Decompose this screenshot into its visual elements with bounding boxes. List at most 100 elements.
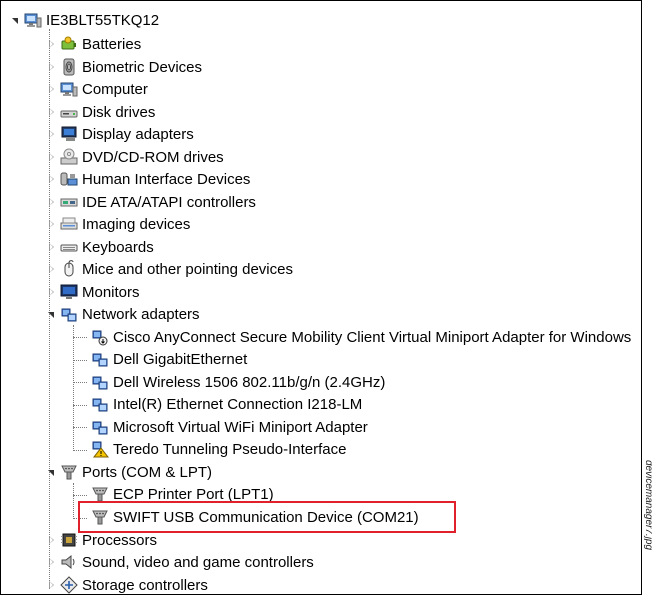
collapse-toggle-icon[interactable]	[47, 152, 56, 162]
tree-item-label: Keyboards	[82, 238, 154, 256]
highlight-box	[78, 501, 456, 533]
tree-item-storage-controllers[interactable]: Storage controllers	[47, 574, 208, 595]
tree-guide-h	[73, 360, 87, 361]
tree-item-label: Teredo Tunneling Pseudo-Interface	[113, 440, 347, 458]
tree-item-microsoft-wifi[interactable]: Microsoft Virtual WiFi Miniport Adapter	[91, 416, 368, 439]
tree-guide-h	[73, 382, 87, 383]
tree-item-label: Intel(R) Ethernet Connection I218-LM	[113, 395, 363, 413]
tree-item-label: IDE ATA/ATAPI controllers	[82, 193, 256, 211]
tree-guide-h	[73, 427, 87, 428]
dvd-drive-icon	[60, 148, 78, 166]
tree-item-label: Computer	[82, 80, 148, 98]
tree-item-biometric-devices[interactable]: Biometric Devices	[47, 56, 202, 79]
tree-item-cisco-anyconnect[interactable]: Cisco AnyConnect Secure Mobility Client …	[91, 326, 631, 349]
speaker-icon	[60, 553, 78, 571]
tree-item-label: Sound, video and game controllers	[82, 553, 314, 571]
collapse-toggle-icon[interactable]	[47, 242, 56, 252]
collapse-toggle-icon[interactable]	[47, 535, 56, 545]
tree-item-label: DVD/CD-ROM drives	[82, 148, 224, 166]
tree-item-label: Mice and other pointing devices	[82, 260, 293, 278]
tree-item-label: Biometric Devices	[82, 58, 203, 76]
processor-icon	[60, 531, 78, 549]
tree-item-label: Microsoft Virtual WiFi Miniport Adapter	[113, 418, 368, 436]
tree-item-sound-video[interactable]: Sound, video and game controllers	[47, 551, 314, 574]
expand-toggle-icon[interactable]	[47, 310, 56, 319]
network-adapter-icon	[91, 395, 109, 413]
ide-controller-icon	[60, 193, 78, 211]
collapse-toggle-icon[interactable]	[47, 174, 56, 184]
fingerprint-icon	[60, 58, 78, 76]
tree-item-human-interface-devices[interactable]: Human Interface Devices	[47, 168, 250, 191]
tree-root-label: IE3BLT55TKQ12	[46, 11, 160, 29]
port-icon	[60, 463, 78, 481]
tree-item-label: Cisco AnyConnect Secure Mobility Client …	[113, 328, 632, 346]
network-adapter-warning-icon	[91, 440, 109, 458]
image-caption: devicemanager7.jpg	[643, 460, 652, 595]
tree-item-label: Dell Wireless 1506 802.11b/g/n (2.4GHz)	[113, 373, 386, 391]
collapse-toggle-icon[interactable]	[47, 62, 56, 72]
tree-item-label: Display adapters	[82, 125, 194, 143]
mouse-icon	[60, 260, 78, 278]
tree-item-label: Imaging devices	[82, 215, 191, 233]
collapse-toggle-icon[interactable]	[47, 197, 56, 207]
collapse-toggle-icon[interactable]	[47, 107, 56, 117]
tree-item-ports[interactable]: Ports (COM & LPT)	[47, 461, 212, 484]
tree-root[interactable]: IE3BLT55TKQ12	[11, 9, 159, 32]
network-adapter-icon	[60, 305, 78, 323]
tree-item-label: Disk drives	[82, 103, 156, 121]
network-adapter-icon	[91, 373, 109, 391]
tree-item-monitors[interactable]: Monitors	[47, 281, 140, 304]
collapse-toggle-icon[interactable]	[47, 84, 56, 94]
network-adapter-icon	[91, 418, 109, 436]
tree-item-label: Network adapters	[82, 305, 200, 323]
tree-item-computer[interactable]: Computer	[47, 78, 148, 101]
collapse-toggle-icon[interactable]	[47, 580, 56, 590]
tree-item-batteries[interactable]: Batteries	[47, 33, 141, 56]
tree-item-dell-wireless[interactable]: Dell Wireless 1506 802.11b/g/n (2.4GHz)	[91, 371, 385, 394]
tree-item-label: Batteries	[82, 35, 142, 53]
tree-item-label: Processors	[82, 531, 158, 549]
tree-item-imaging-devices[interactable]: Imaging devices	[47, 213, 190, 236]
disk-drive-icon	[60, 103, 78, 121]
collapse-toggle-icon[interactable]	[47, 129, 56, 139]
collapse-toggle-icon[interactable]	[47, 264, 56, 274]
tree-guide-h	[73, 405, 87, 406]
tree-item-display-adapters[interactable]: Display adapters	[47, 123, 194, 146]
computer-icon	[60, 80, 78, 98]
collapse-toggle-icon[interactable]	[47, 219, 56, 229]
network-adapter-disabled-icon	[91, 328, 109, 346]
monitor-icon	[60, 283, 78, 301]
tree-item-network-adapters[interactable]: Network adapters	[47, 303, 200, 326]
caption-text: devicemanager7.jpg	[643, 460, 652, 551]
tree-item-dvd-cd-rom-drives[interactable]: DVD/CD-ROM drives	[47, 146, 224, 169]
collapse-toggle-icon[interactable]	[47, 287, 56, 297]
display-adapter-icon	[60, 125, 78, 143]
tree-item-keyboards[interactable]: Keyboards	[47, 236, 154, 259]
keyboard-icon	[60, 238, 78, 256]
tree-item-label: Storage controllers	[82, 576, 208, 594]
tree-guide-h	[73, 495, 87, 496]
tree-item-mice[interactable]: Mice and other pointing devices	[47, 258, 293, 281]
tree-guide-h	[73, 450, 87, 451]
tree-item-dell-gigabit[interactable]: Dell GigabitEthernet	[91, 348, 247, 371]
device-manager-window: IE3BLT55TKQ12 Batteries Biometric Device…	[0, 0, 642, 595]
expand-toggle-icon[interactable]	[11, 16, 20, 25]
tree-guide-h	[73, 337, 87, 338]
tree-item-disk-drives[interactable]: Disk drives	[47, 101, 155, 124]
tree-item-intel-ethernet[interactable]: Intel(R) Ethernet Connection I218-LM	[91, 393, 362, 416]
tree-guide-ports	[73, 483, 74, 519]
hid-icon	[60, 170, 78, 188]
scanner-icon	[60, 215, 78, 233]
collapse-toggle-icon[interactable]	[47, 39, 56, 49]
tree-guide-network	[73, 325, 74, 449]
expand-toggle-icon[interactable]	[47, 468, 56, 477]
tree-item-label: Dell GigabitEthernet	[113, 350, 248, 368]
tree-item-label: Monitors	[82, 283, 140, 301]
computer-icon	[24, 11, 42, 29]
battery-icon	[60, 35, 78, 53]
collapse-toggle-icon[interactable]	[47, 557, 56, 567]
tree-item-teredo[interactable]: Teredo Tunneling Pseudo-Interface	[91, 438, 347, 461]
tree-item-label: Human Interface Devices	[82, 170, 251, 188]
tree-item-label: Ports (COM & LPT)	[82, 463, 213, 481]
tree-item-ide-controllers[interactable]: IDE ATA/ATAPI controllers	[47, 191, 256, 214]
